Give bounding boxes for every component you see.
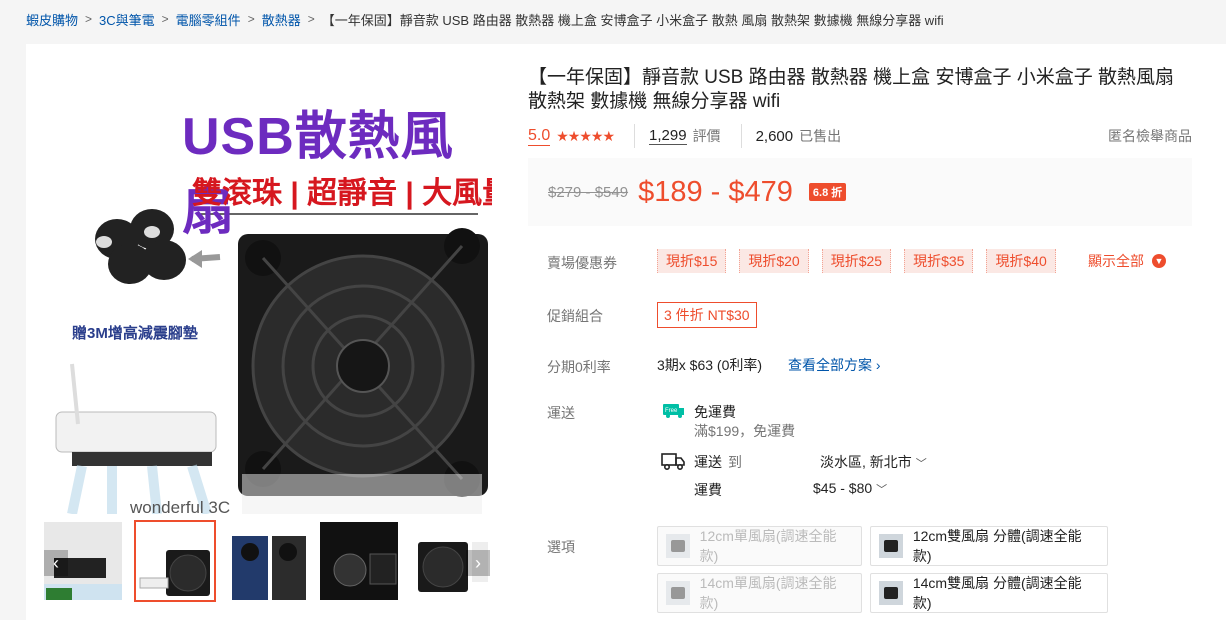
installment-plans-link[interactable]: 查看全部方案 › bbox=[788, 355, 881, 375]
thumbnail-2-image bbox=[136, 522, 214, 600]
breadcrumb-leaf-category[interactable]: 散熱器 bbox=[262, 10, 301, 29]
thumbnail-4-image bbox=[320, 522, 398, 600]
breadcrumb: 蝦皮購物 > 3C與筆電 > 電腦零組件 > 散熱器 > 【一年保固】靜音款 U… bbox=[26, 9, 944, 29]
report-product-link[interactable]: 匿名檢舉商品 bbox=[1108, 126, 1192, 146]
image-brand: wonderful 3C bbox=[130, 498, 231, 514]
variation-option-4[interactable]: 14cm雙風扇 分體(調速全能款) bbox=[870, 573, 1108, 613]
variation-option-2[interactable]: 12cm雙風扇 分體(調速全能款) bbox=[870, 526, 1108, 566]
chevron-right-icon[interactable]: › bbox=[466, 550, 490, 576]
ship-to-word: 運送 bbox=[694, 454, 722, 470]
sold-label: 已售出 bbox=[799, 128, 842, 144]
divider bbox=[634, 124, 636, 148]
shipping-location-select[interactable]: 淡水區, 新北市 ﹀ bbox=[820, 452, 927, 472]
coupon-label: 賣場優惠券 bbox=[547, 255, 617, 271]
coupon-chip[interactable]: 現折$15 bbox=[657, 249, 727, 273]
thumbnail-2[interactable] bbox=[134, 520, 216, 602]
free-badge-text: Free bbox=[665, 408, 678, 414]
coupon-chip[interactable]: 現折$20 bbox=[739, 249, 809, 273]
price-box: $279 - $549 $189 - $479 6.8 折 bbox=[528, 158, 1192, 226]
coupon-chip[interactable]: 現折$25 bbox=[821, 249, 892, 273]
free-shipping-title: 免運費 bbox=[694, 404, 736, 420]
variation-option-label: 14cm雙風扇 分體(調速全能款) bbox=[912, 575, 1082, 611]
product-meta: 5.0 ★★★★★ 1,299 評價 2,600 已售出 匿名檢舉商品 bbox=[528, 124, 1192, 148]
thumbnail-5[interactable]: › bbox=[410, 520, 492, 602]
image-subtitle: 雙滾珠 | 超靜音 | 大風量 bbox=[192, 177, 492, 210]
truck-icon bbox=[661, 453, 685, 470]
thumbnail-strip: ‹ › bbox=[42, 520, 492, 604]
ship-to-label: 運送到 bbox=[694, 452, 742, 472]
coupon-chip[interactable]: 現折$40 bbox=[986, 249, 1056, 273]
breadcrumb-subcategory[interactable]: 電腦零組件 bbox=[176, 10, 241, 29]
breadcrumb-separator: > bbox=[307, 12, 315, 26]
chevron-down-icon: ﹀ bbox=[915, 458, 927, 470]
variation-option-3[interactable]: 14cm單風扇(調速全能款) bbox=[657, 573, 862, 613]
free-shipping-icon: Free bbox=[663, 404, 684, 418]
thumbnail-4[interactable] bbox=[318, 520, 400, 602]
rating-value[interactable]: 5.0 bbox=[528, 127, 551, 146]
shipping-label: 運送 bbox=[547, 405, 575, 421]
breadcrumb-category[interactable]: 3C與筆電 bbox=[99, 10, 155, 29]
variation-label: 選項 bbox=[547, 539, 575, 555]
breadcrumb-separator: > bbox=[247, 12, 255, 26]
variation-option-1[interactable]: 12cm單風扇(調速全能款) bbox=[657, 526, 862, 566]
shipping-location: 淡水區, 新北市 bbox=[820, 454, 912, 470]
shipping-fee-select[interactable]: $45 - $80 ﹀ bbox=[813, 480, 887, 497]
sale-price: $189 - $479 bbox=[638, 175, 793, 208]
discount-badge: 6.8 折 bbox=[808, 183, 847, 201]
breadcrumb-separator: > bbox=[85, 12, 93, 26]
star-rating-icon: ★★★★★ bbox=[556, 127, 615, 144]
thumbnail-3-image bbox=[228, 522, 306, 600]
installment-value: 3期x $63 (0利率) bbox=[657, 357, 763, 373]
free-shipping-condition: 滿$199，免運費 bbox=[694, 423, 796, 439]
variation-thumbnail bbox=[879, 534, 903, 558]
thumbnail-1[interactable]: ‹ bbox=[42, 520, 124, 602]
product-title: 【一年保固】靜音款 USB 路由器 散熱器 機上盒 安博盒子 小米盒子 散熱風扇… bbox=[528, 67, 1175, 112]
installment-label: 分期0利率 bbox=[547, 359, 611, 375]
coupon-chip[interactable]: 現折$35 bbox=[904, 249, 974, 273]
original-price: $279 - $549 bbox=[548, 183, 629, 201]
sold-count: 2,600 bbox=[755, 127, 794, 145]
main-product-image[interactable]: USB散熱風扇 雙滾珠 | 超靜音 | 大風量 贈3M增高減震腳墊 wonder… bbox=[42, 64, 492, 514]
breadcrumb-home[interactable]: 蝦皮購物 bbox=[26, 10, 78, 29]
variation-option-label: 12cm單風扇(調速全能款) bbox=[699, 528, 837, 564]
coupon-list: 現折$15 現折$20 現折$25 現折$35 現折$40 bbox=[657, 249, 1069, 273]
shipping-fee: $45 - $80 bbox=[813, 480, 873, 496]
breadcrumb-current: 【一年保固】靜音款 USB 路由器 散熱器 機上盒 安博盒子 小米盒子 散熱 風… bbox=[321, 12, 944, 28]
variation-thumbnail bbox=[879, 581, 903, 605]
variation-thumbnail bbox=[666, 534, 690, 558]
chevron-left-icon[interactable]: ‹ bbox=[44, 550, 68, 576]
ship-to-preposition: 到 bbox=[728, 454, 742, 470]
review-label: 評價 bbox=[692, 128, 721, 144]
product-card: USB散熱風扇 雙滾珠 | 超靜音 | 大風量 贈3M增高減震腳墊 wonder… bbox=[26, 44, 1226, 620]
review-count[interactable]: 1,299 bbox=[649, 127, 687, 145]
variation-thumbnail bbox=[666, 581, 690, 605]
show-all-label: 顯示全部 bbox=[1088, 253, 1144, 269]
breadcrumb-separator: > bbox=[161, 12, 169, 26]
shipping-fee-label: 運費 bbox=[694, 482, 722, 498]
combo-label: 促銷組合 bbox=[547, 308, 603, 324]
chevron-down-icon: ﹀ bbox=[876, 484, 888, 496]
combo-deal-badge[interactable]: 3 件折 NT$30 bbox=[657, 302, 757, 328]
divider bbox=[740, 124, 742, 148]
chevron-down-icon: ▼ bbox=[1152, 254, 1166, 268]
image-note: 贈3M增高減震腳墊 bbox=[72, 325, 198, 342]
variation-option-label: 12cm雙風扇 分體(調速全能款) bbox=[912, 528, 1082, 564]
thumbnail-3[interactable] bbox=[226, 520, 308, 602]
show-all-coupons-button[interactable]: 顯示全部 ▼ bbox=[1088, 251, 1166, 271]
variation-option-label: 14cm單風扇(調速全能款) bbox=[699, 575, 837, 611]
